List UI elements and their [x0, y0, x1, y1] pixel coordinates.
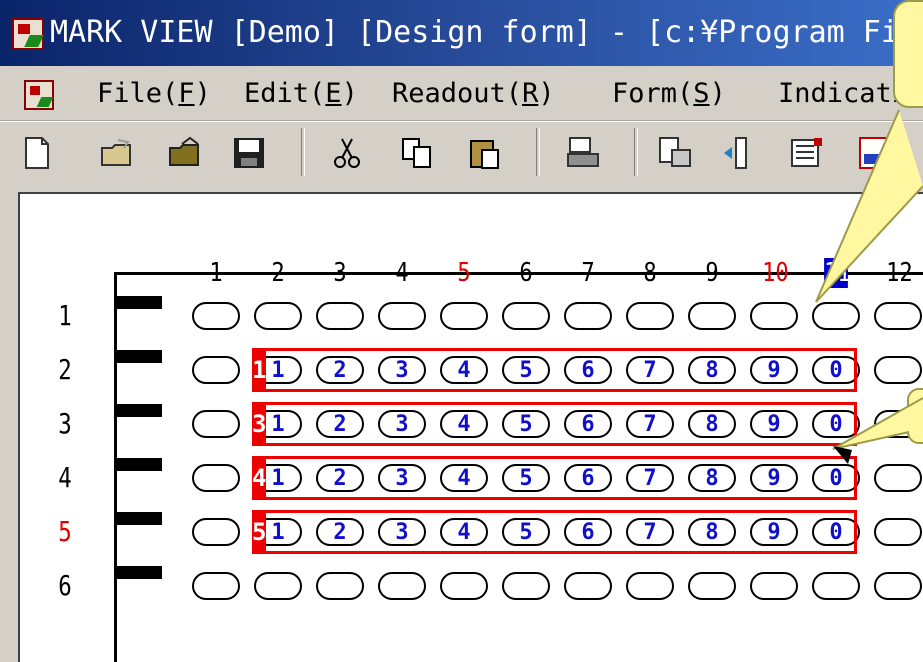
- column-number-7: 7: [581, 258, 595, 288]
- column-number-4: 4: [395, 258, 409, 288]
- marking-field[interactable]: [252, 402, 857, 446]
- mark-bubble[interactable]: [192, 410, 240, 438]
- field-tag: 3: [252, 405, 266, 443]
- mark-bubble[interactable]: [874, 518, 922, 546]
- mark-bubble[interactable]: [874, 464, 922, 492]
- marking-field[interactable]: [252, 510, 857, 554]
- mark-bubble[interactable]: [192, 518, 240, 546]
- toolbar-separator: [634, 128, 638, 176]
- scan-icon[interactable]: [566, 136, 600, 170]
- timing-mark: [114, 404, 162, 417]
- mark-bubble[interactable]: [440, 302, 488, 330]
- mark-bubble[interactable]: [750, 572, 798, 600]
- mark-bubble[interactable]: [192, 302, 240, 330]
- form-icon[interactable]: [790, 136, 824, 170]
- paste-icon[interactable]: [468, 136, 502, 170]
- mark-bubble[interactable]: [316, 572, 364, 600]
- mark-bubble[interactable]: [254, 302, 302, 330]
- mark-bubble[interactable]: [502, 572, 550, 600]
- new-file-icon[interactable]: [20, 136, 54, 170]
- column-number-1: 1: [209, 258, 223, 288]
- system-menu-icon[interactable]: [24, 80, 54, 110]
- column-number-6: 6: [519, 258, 533, 288]
- app-icon[interactable]: [12, 18, 44, 50]
- mark-bubble[interactable]: [812, 302, 860, 330]
- mark-bubble[interactable]: [874, 356, 922, 384]
- mark-bubble[interactable]: [750, 302, 798, 330]
- mark-bubble[interactable]: [192, 572, 240, 600]
- row-number-1: 1: [58, 299, 72, 332]
- mark-bubble[interactable]: [688, 572, 736, 600]
- menu-readout[interactable]: Readout(R): [392, 76, 555, 112]
- mark-bubble[interactable]: [378, 572, 426, 600]
- marking-field[interactable]: [252, 348, 857, 392]
- field-tag: 4: [252, 459, 266, 497]
- mark-bubble[interactable]: [564, 302, 612, 330]
- menu-form[interactable]: Form(S): [612, 76, 726, 112]
- row-number-3: 3: [58, 407, 72, 440]
- window-title: MARK VIEW [Demo] [Design form] - [c:¥Pro…: [50, 15, 899, 50]
- mark-bubble[interactable]: [812, 572, 860, 600]
- numbering-icon[interactable]: [858, 136, 892, 170]
- mark-bubble[interactable]: [502, 302, 550, 330]
- marking-field[interactable]: [252, 456, 857, 500]
- column-number-3: 3: [333, 258, 347, 288]
- callout-balloon: [893, 0, 923, 108]
- row-number-2: 2: [58, 353, 72, 386]
- timing-mark: [114, 458, 162, 471]
- timing-mark: [114, 296, 162, 309]
- mark-bubble[interactable]: [874, 302, 922, 330]
- flip-icon[interactable]: [722, 136, 756, 170]
- open-folder-icon[interactable]: [100, 136, 134, 170]
- readout-icon[interactable]: [658, 136, 692, 170]
- mark-bubble[interactable]: [192, 356, 240, 384]
- mark-bubble[interactable]: [254, 572, 302, 600]
- save-icon[interactable]: [232, 136, 266, 170]
- row-number-6: 6: [58, 569, 72, 602]
- row-number-5: 5: [58, 515, 72, 548]
- timing-mark: [114, 566, 162, 579]
- menu-file[interactable]: File(F): [97, 76, 211, 112]
- mark-bubble[interactable]: [440, 572, 488, 600]
- mark-bubble[interactable]: [378, 302, 426, 330]
- title-bar: MARK VIEW [Demo] [Design form] - [c:¥Pro…: [0, 0, 923, 66]
- column-number-11: 11: [824, 258, 851, 288]
- toolbar: [0, 121, 923, 186]
- mark-bubble[interactable]: [316, 302, 364, 330]
- menu-edit[interactable]: Edit(E): [244, 76, 358, 112]
- mark-bubble[interactable]: [192, 464, 240, 492]
- column-number-9: 9: [705, 258, 719, 288]
- mark-bubble[interactable]: [688, 302, 736, 330]
- timing-mark: [114, 512, 162, 525]
- column-number-2: 2: [271, 258, 285, 288]
- column-number-8: 8: [643, 258, 657, 288]
- field-tag: 5: [252, 513, 266, 551]
- mark-bubble[interactable]: [564, 572, 612, 600]
- mark-bubble[interactable]: [626, 572, 674, 600]
- mark-bubble[interactable]: [626, 302, 674, 330]
- row-number-4: 4: [58, 461, 72, 494]
- toolbar-separator: [536, 128, 540, 176]
- cut-icon[interactable]: [330, 136, 364, 170]
- field-tag: 1: [252, 351, 266, 389]
- timing-mark: [114, 350, 162, 363]
- copy-icon[interactable]: [400, 136, 434, 170]
- callout-balloon: [907, 388, 923, 444]
- open-icon[interactable]: [168, 136, 202, 170]
- column-number-10: 10: [762, 258, 789, 288]
- column-number-12: 12: [886, 258, 913, 288]
- column-number-5: 5: [457, 258, 471, 288]
- mark-bubble[interactable]: [874, 572, 922, 600]
- toolbar-separator: [301, 128, 305, 176]
